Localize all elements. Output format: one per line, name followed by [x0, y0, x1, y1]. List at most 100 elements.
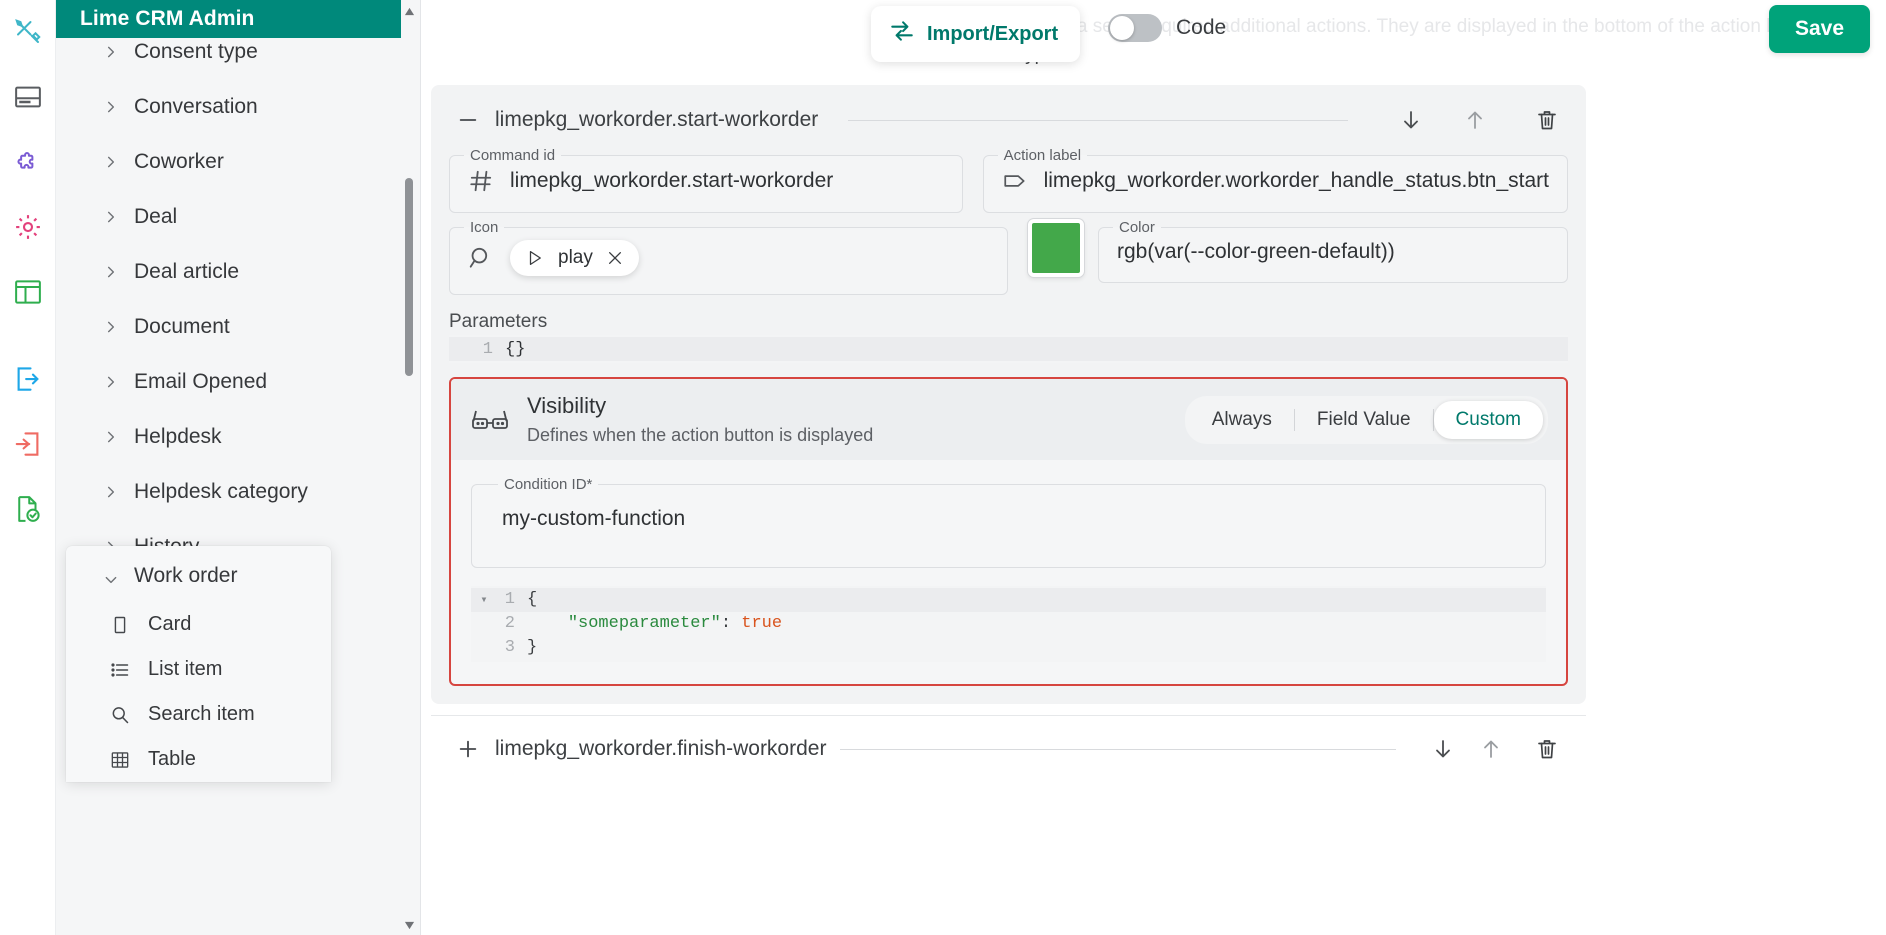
layout-icon[interactable]	[6, 75, 50, 119]
export-icon[interactable]	[6, 357, 50, 401]
move-down-button[interactable]	[1396, 105, 1426, 135]
sidebar-item-deal-article[interactable]: Deal article	[56, 244, 420, 299]
navigation-panel: Lime CRM Admin Consent type Conversation	[56, 0, 421, 935]
line-number: 2	[497, 614, 527, 633]
main-content: e a set of required additional actions. …	[421, 0, 1886, 935]
sidebar-item-label: Search item	[148, 703, 255, 726]
import-export-icon	[889, 18, 915, 50]
nav-header-title: Lime CRM Admin	[80, 7, 254, 31]
color-field[interactable]: Color rgb(var(--color-green-default))	[1098, 219, 1568, 283]
move-up-button[interactable]	[1460, 105, 1490, 135]
condition-id-label: Condition ID*	[498, 476, 598, 493]
nav-scroll-thumb[interactable]	[405, 178, 413, 376]
tag-icon	[1002, 168, 1028, 194]
sidebar-item-search-item[interactable]: Search item	[66, 692, 331, 737]
sidebar-item-conversation[interactable]: Conversation	[56, 79, 420, 134]
scroll-up-icon[interactable]	[404, 4, 415, 15]
sidebar-item-card[interactable]: Card	[66, 602, 331, 647]
search-icon[interactable]	[468, 245, 494, 271]
command-id-label: Command id	[464, 147, 561, 164]
move-down-button[interactable]	[1428, 734, 1458, 764]
color-value: rgb(var(--color-green-default))	[1117, 240, 1395, 264]
icon-field[interactable]: Icon play	[449, 219, 1008, 295]
code-toggle[interactable]	[1108, 14, 1162, 42]
sidebar-item-helpdesk[interactable]: Helpdesk	[56, 409, 420, 464]
action-label-label: Action label	[998, 147, 1088, 164]
chevron-right-icon	[104, 430, 118, 444]
plus-icon[interactable]	[457, 738, 479, 760]
visibility-header: Visibility Defines when the action butto…	[451, 379, 1566, 460]
submenu-work-order: Work order Card List item	[66, 546, 331, 782]
action-card-title: limepkg_workorder.start-workorder	[495, 108, 818, 132]
command-id-field[interactable]: Command id limepkg_workorder.start-worko…	[449, 147, 963, 213]
code-toggle-label: Code	[1176, 16, 1226, 40]
visibility-panel: Visibility Defines when the action butto…	[449, 377, 1568, 686]
sidebar-item-helpdesk-category[interactable]: Helpdesk category	[56, 464, 420, 519]
chevron-right-icon	[104, 210, 118, 224]
sidebar-item-table[interactable]: Table	[66, 737, 331, 782]
line-number: 3	[497, 638, 527, 657]
chevron-right-icon	[104, 485, 118, 499]
move-up-button[interactable]	[1476, 734, 1506, 764]
sidebar-item-document[interactable]: Document	[56, 299, 420, 354]
sidebar-item-list-item[interactable]: List item	[66, 647, 331, 692]
nav-scrollbar[interactable]	[402, 0, 416, 935]
visibility-segmented-control: Always Field Value Custom	[1185, 396, 1548, 444]
import-export-label: Import/Export	[927, 23, 1058, 46]
visibility-subtitle: Defines when the action button is displa…	[527, 425, 873, 446]
chevron-right-icon	[104, 265, 118, 279]
parameters-code-editor[interactable]: 1 {}	[449, 335, 1568, 363]
sidebar-item-label: Helpdesk	[134, 425, 222, 449]
fold-toggle-icon[interactable]: ▾	[471, 592, 497, 607]
sidebar-item-label: Deal article	[134, 260, 239, 284]
line-number: 1	[475, 340, 505, 359]
minus-icon[interactable]	[457, 109, 479, 131]
visibility-code-editor[interactable]: ▾ 1 { 2 "someparameter": true 3	[471, 586, 1546, 662]
delete-button[interactable]	[1532, 734, 1562, 764]
chevron-right-icon	[104, 320, 118, 334]
list-icon	[110, 660, 130, 680]
sidebar-item-email-opened[interactable]: Email Opened	[56, 354, 420, 409]
sidebar-item-work-order[interactable]: Work order	[66, 550, 331, 602]
save-button[interactable]: Save	[1769, 5, 1870, 53]
app-root: Lime CRM Admin Consent type Conversation	[0, 0, 1886, 935]
sidebar-item-coworker[interactable]: Coworker	[56, 134, 420, 189]
code-text: }	[527, 638, 537, 657]
document-check-icon[interactable]	[6, 487, 50, 531]
chevron-down-icon	[104, 569, 118, 583]
nav-header: Lime CRM Admin	[56, 0, 401, 38]
segment-always[interactable]: Always	[1190, 401, 1294, 439]
delete-button[interactable]	[1532, 105, 1562, 135]
sidebar-item-label: List item	[148, 658, 222, 681]
action-label-value: limepkg_workorder.workorder_handle_statu…	[1044, 169, 1549, 193]
action-label-field[interactable]: Action label limepkg_workorder.workorder…	[983, 147, 1568, 213]
visibility-body: Condition ID* my-custom-function ▾ 1 { 2	[451, 460, 1566, 684]
dashboard-icon[interactable]	[6, 270, 50, 314]
tools-icon[interactable]	[6, 10, 50, 54]
import-icon[interactable]	[6, 422, 50, 466]
hash-icon	[468, 168, 494, 194]
scroll-down-icon[interactable]	[404, 918, 415, 929]
puzzle-icon[interactable]	[6, 140, 50, 184]
segment-custom[interactable]: Custom	[1434, 401, 1543, 439]
table-icon	[110, 750, 130, 770]
icon-chip[interactable]: play	[510, 240, 639, 276]
sidebar-item-label: Helpdesk category	[134, 480, 308, 504]
parameters-label: Parameters	[449, 311, 1568, 333]
sidebar-item-deal[interactable]: Deal	[56, 189, 420, 244]
code-line: ▾ 1 {	[471, 588, 1546, 612]
import-export-button[interactable]: Import/Export	[871, 6, 1080, 62]
segment-field-value[interactable]: Field Value	[1295, 401, 1433, 439]
code-text: {	[527, 590, 537, 609]
json-key: "someparameter"	[568, 614, 721, 633]
line-number: 1	[497, 590, 527, 609]
close-icon[interactable]	[607, 250, 623, 266]
gear-icon[interactable]	[6, 205, 50, 249]
code-text: "someparameter": true	[527, 614, 782, 633]
chevron-right-icon	[104, 375, 118, 389]
color-group: Color rgb(var(--color-green-default))	[1028, 219, 1568, 295]
condition-id-field[interactable]: Condition ID* my-custom-function	[471, 476, 1546, 568]
header-divider	[840, 749, 1396, 750]
header-divider	[848, 120, 1348, 121]
color-swatch[interactable]	[1028, 219, 1084, 277]
